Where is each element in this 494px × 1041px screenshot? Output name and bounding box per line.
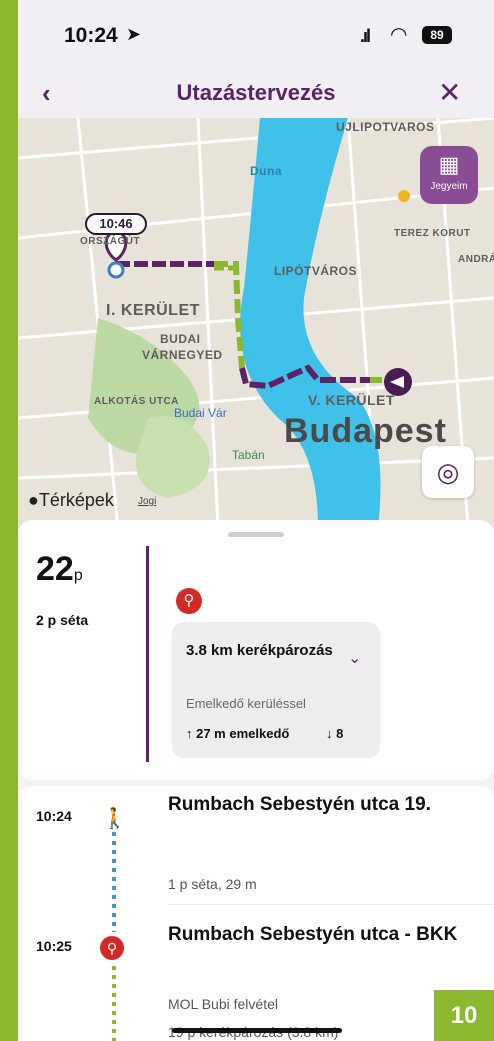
locate-button[interactable]: ◎ bbox=[422, 446, 474, 498]
map-label-budapest: Budapest bbox=[284, 412, 447, 450]
walking-icon: 🚶 bbox=[102, 808, 127, 830]
row-subtitle: 1 p séta, 29 m bbox=[168, 876, 257, 892]
location-arrow-icon: ➤ bbox=[126, 24, 142, 44]
map-label-taban: Tabán bbox=[232, 448, 265, 462]
close-button[interactable]: ✕ bbox=[438, 76, 461, 109]
chevron-down-icon[interactable]: ⌄ bbox=[348, 648, 361, 668]
page-title: Utazástervezés bbox=[176, 80, 336, 105]
row-stop-name: Rumbach Sebestyén utca - BKK bbox=[168, 924, 458, 945]
legal-link[interactable]: Jogi bbox=[138, 496, 156, 507]
tickets-button[interactable]: ▦ Jegyeim bbox=[420, 146, 478, 204]
descent-value: ↓ 8 bbox=[326, 726, 344, 741]
walk-duration: 2 p séta bbox=[36, 612, 89, 628]
ticket-icon: ▦ bbox=[438, 152, 460, 177]
tickets-label: Jegyeim bbox=[430, 181, 468, 192]
map-label-budavar: Budai Vár bbox=[174, 406, 227, 420]
trip-summary-sheet: 22p 2 p séta ⚲ 3.8 km kerékpározás ⌄ Eme… bbox=[18, 520, 494, 780]
home-indicator[interactable] bbox=[172, 1028, 342, 1033]
map-label-ujlipotvaros: UJLIPOTVAROS bbox=[336, 120, 435, 134]
page-number: 10 bbox=[434, 990, 494, 1041]
map-label-alkotas: ALKOTÁS UTCA bbox=[94, 396, 179, 407]
route-map[interactable]: UJLIPOTVAROS Duna TEREZ KORUT ANDRÁS LIP… bbox=[18, 118, 494, 528]
row-divider bbox=[168, 904, 494, 905]
duration-value: 22 bbox=[36, 550, 74, 588]
map-label-andras: ANDRÁS bbox=[458, 254, 494, 265]
map-label-budai1: BUDAI bbox=[160, 332, 201, 346]
row-stop-name: Rumbach Sebestyén utca 19. bbox=[168, 794, 431, 815]
map-label-duna: Duna bbox=[250, 164, 282, 178]
status-bar: 10:24 ➤ .ıl ◠ 89 bbox=[18, 0, 494, 70]
ascent-value: ↑ 27 m emelkedő bbox=[186, 726, 290, 741]
bike-dotted-line bbox=[112, 966, 116, 1041]
bike-distance: 3.8 km kerékpározás bbox=[186, 642, 333, 659]
map-label-orszagut: ORSZÁGÚT bbox=[80, 236, 141, 247]
row-time: 10:25 bbox=[36, 938, 72, 954]
duration-unit: p bbox=[73, 567, 83, 584]
bike-segment-card[interactable]: 3.8 km kerékpározás ⌄ Emelkedő kerülésse… bbox=[172, 622, 380, 758]
status-time: 10:24 bbox=[64, 24, 118, 47]
row-time: 10:24 bbox=[36, 808, 72, 824]
signal-icon: .ıl bbox=[360, 26, 371, 46]
battery-icon: 89 bbox=[422, 26, 452, 44]
maps-brand: Térképek bbox=[38, 490, 114, 510]
bike-icon: ⚲ bbox=[100, 936, 124, 960]
map-label-kerulet1: I. KERÜLET bbox=[106, 302, 200, 319]
sheet-grabber[interactable] bbox=[228, 532, 284, 537]
start-time-badge: 10:46 bbox=[85, 213, 147, 235]
wifi-icon: ◠ bbox=[390, 24, 408, 46]
walk-dotted-line bbox=[112, 832, 116, 932]
bike-icon: ⚲ bbox=[176, 588, 202, 614]
nav-header: ‹ Utazástervezés ✕ bbox=[18, 70, 494, 118]
row-subtitle: MOL Bubi felvétel bbox=[168, 996, 278, 1012]
map-label-budai2: VÁRNEGYED bbox=[142, 348, 223, 362]
trip-duration: 22p bbox=[36, 550, 83, 589]
route-line bbox=[146, 546, 149, 762]
crosshair-icon: ◎ bbox=[436, 457, 460, 487]
apple-maps-logo: ●Térképek bbox=[28, 490, 114, 511]
map-label-terez: TEREZ KORUT bbox=[394, 228, 471, 239]
phone-screen: 10:24 ➤ .ıl ◠ 89 ‹ Utazástervezés ✕ UJLI… bbox=[18, 0, 494, 1041]
map-label-lipotvaros: LIPÓTVÁROS bbox=[274, 264, 358, 278]
map-label-kerulet5: V. KERÜLET bbox=[308, 392, 395, 408]
itinerary-list: 🚶 ⚲ 10:24 Rumbach Sebestyén utca 19. 1 p… bbox=[18, 786, 494, 1041]
elevation-mode: Emelkedő kerüléssel bbox=[186, 696, 306, 711]
apple-icon: ● bbox=[28, 490, 39, 510]
